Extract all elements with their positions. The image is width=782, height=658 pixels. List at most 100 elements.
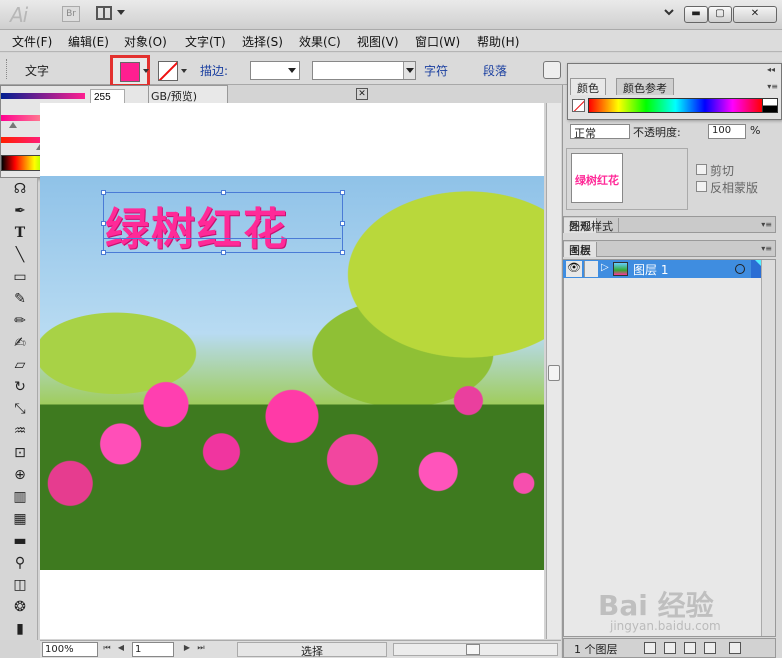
- rectangle-tool-icon[interactable]: ▭: [10, 268, 30, 286]
- scale-tool-icon[interactable]: ⤡: [10, 400, 30, 418]
- blend-tool-icon[interactable]: ◫: [10, 576, 30, 594]
- tab-artboards[interactable]: 画板: [564, 242, 597, 257]
- horizontal-scrollbar[interactable]: [393, 643, 558, 656]
- menu-window[interactable]: 窗口(W): [415, 33, 460, 50]
- menu-file[interactable]: 文件(F): [12, 33, 52, 50]
- scroll-thumb[interactable]: [466, 644, 480, 655]
- color-spectrum[interactable]: [588, 98, 778, 113]
- warp-tool-icon[interactable]: ♒: [10, 422, 30, 440]
- font-family-select[interactable]: [312, 61, 416, 80]
- layer-name[interactable]: 图层 1: [633, 261, 668, 278]
- menu-view[interactable]: 视图(V): [357, 33, 399, 50]
- tab-graphic-styles[interactable]: 图形样式: [564, 218, 619, 233]
- rotate-tool-icon[interactable]: ↻: [10, 378, 30, 396]
- maximize-button[interactable]: ▢: [708, 6, 732, 23]
- minimize-button[interactable]: ▬: [684, 6, 708, 23]
- free-transform-tool-icon[interactable]: ⊡: [10, 444, 30, 462]
- menu-type[interactable]: 文字(T): [185, 33, 226, 50]
- prev-page-icon[interactable]: ◀: [116, 643, 126, 655]
- menu-edit[interactable]: 编辑(E): [68, 33, 109, 50]
- clip-checkbox[interactable]: [696, 164, 707, 175]
- character-panel-link[interactable]: 字符: [424, 62, 448, 79]
- resize-handle[interactable]: [221, 190, 226, 195]
- opacity-input[interactable]: 100: [708, 124, 746, 139]
- gradient-tool-icon[interactable]: ▬: [10, 532, 30, 550]
- pen-tool-icon[interactable]: ✒: [10, 202, 30, 220]
- lock-toggle[interactable]: [584, 261, 598, 277]
- workspace-layout-button[interactable]: [96, 5, 126, 23]
- red-slider-track[interactable]: [1, 93, 85, 99]
- delete-layer-icon[interactable]: [729, 642, 741, 654]
- zoom-select[interactable]: 100%: [42, 642, 98, 657]
- blend-mode-select[interactable]: 正常: [570, 124, 630, 140]
- column-graph-tool-icon[interactable]: ▮: [10, 620, 30, 638]
- resize-handle[interactable]: [221, 250, 226, 255]
- line-tool-icon[interactable]: ╲: [10, 246, 30, 264]
- next-page-icon[interactable]: ▶: [182, 643, 192, 655]
- first-page-icon[interactable]: ⏮: [102, 643, 112, 655]
- document-setup-icon[interactable]: [543, 61, 561, 79]
- page-select[interactable]: 1: [132, 642, 174, 657]
- shape-builder-tool-icon[interactable]: ⊕: [10, 466, 30, 484]
- panel-menu-icon[interactable]: ▾≡: [761, 220, 772, 229]
- text-bounding-box[interactable]: [101, 190, 345, 255]
- tab-color[interactable]: 颜色: [570, 78, 606, 95]
- tab-color-guide[interactable]: 颜色参考: [616, 78, 674, 95]
- status-tool-display[interactable]: 选择: [237, 642, 387, 658]
- fill-color-control[interactable]: [110, 55, 150, 87]
- layer-selection-indicator[interactable]: [751, 260, 761, 278]
- stroke-swatch[interactable]: [158, 61, 178, 81]
- document-tab[interactable]: GB/预览) ✕: [148, 85, 368, 103]
- stroke-link[interactable]: 描边:: [200, 62, 228, 79]
- fill-swatch[interactable]: [120, 62, 140, 82]
- collapse-icon[interactable]: ◂◂: [767, 65, 775, 74]
- last-page-icon[interactable]: ⏭: [196, 643, 206, 655]
- layers-scrollbar[interactable]: [761, 260, 775, 636]
- resize-handle[interactable]: [340, 221, 345, 226]
- new-sublayer-icon[interactable]: [684, 642, 696, 654]
- resize-handle[interactable]: [101, 190, 106, 195]
- scroll-thumb[interactable]: [548, 365, 560, 381]
- bridge-button[interactable]: Br: [62, 6, 80, 22]
- workspace-switcher-chevron-icon[interactable]: [664, 7, 674, 17]
- new-layer-icon[interactable]: [704, 642, 716, 654]
- lasso-tool-icon[interactable]: ☊: [10, 180, 30, 198]
- resize-handle[interactable]: [340, 250, 345, 255]
- resize-handle[interactable]: [101, 221, 106, 226]
- close-icon[interactable]: ✕: [356, 88, 368, 100]
- menu-object[interactable]: 对象(O): [124, 33, 167, 50]
- stroke-weight-select[interactable]: [250, 61, 300, 80]
- type-tool-icon[interactable]: T: [10, 224, 30, 242]
- visibility-eye-icon[interactable]: 👁: [566, 261, 582, 277]
- paintbrush-tool-icon[interactable]: ✎: [10, 290, 30, 308]
- resize-handle[interactable]: [340, 190, 345, 195]
- menu-effect[interactable]: 效果(C): [299, 33, 341, 50]
- panel-menu-icon[interactable]: ▾≡: [761, 244, 772, 253]
- layer-row[interactable]: 👁 ▷ 图层 1: [563, 260, 761, 278]
- close-button[interactable]: ✕: [733, 6, 777, 23]
- layer-target-icon[interactable]: [735, 264, 745, 274]
- paragraph-panel-link[interactable]: 段落: [483, 62, 507, 79]
- pencil-tool-icon[interactable]: ✏: [10, 312, 30, 330]
- black-white-swatch[interactable]: [762, 98, 778, 113]
- grip-icon[interactable]: [6, 59, 9, 79]
- none-color-swatch[interactable]: [572, 99, 585, 112]
- locate-object-icon[interactable]: [644, 642, 656, 654]
- panel-menu-icon[interactable]: ▾≡: [767, 82, 778, 91]
- blob-brush-tool-icon[interactable]: ✍: [10, 334, 30, 352]
- symbol-sprayer-tool-icon[interactable]: ❂: [10, 598, 30, 616]
- menu-help[interactable]: 帮助(H): [477, 33, 519, 50]
- make-clipping-mask-icon[interactable]: [664, 642, 676, 654]
- invert-mask-checkbox[interactable]: [696, 181, 707, 192]
- object-thumbnail[interactable]: 绿树红花: [571, 153, 623, 203]
- vertical-scrollbar[interactable]: [546, 103, 561, 639]
- graph-tool-icon[interactable]: ▥: [10, 488, 30, 506]
- resize-handle[interactable]: [101, 250, 106, 255]
- eraser-tool-icon[interactable]: ▱: [10, 356, 30, 374]
- mesh-tool-icon[interactable]: ▦: [10, 510, 30, 528]
- expand-triangle-icon[interactable]: ▷: [601, 262, 609, 273]
- artboard-canvas[interactable]: 绿树红花: [40, 103, 544, 639]
- menu-select[interactable]: 选择(S): [242, 33, 283, 50]
- green-slider-thumb[interactable]: [9, 122, 17, 128]
- eyedropper-tool-icon[interactable]: ⚲: [10, 554, 30, 572]
